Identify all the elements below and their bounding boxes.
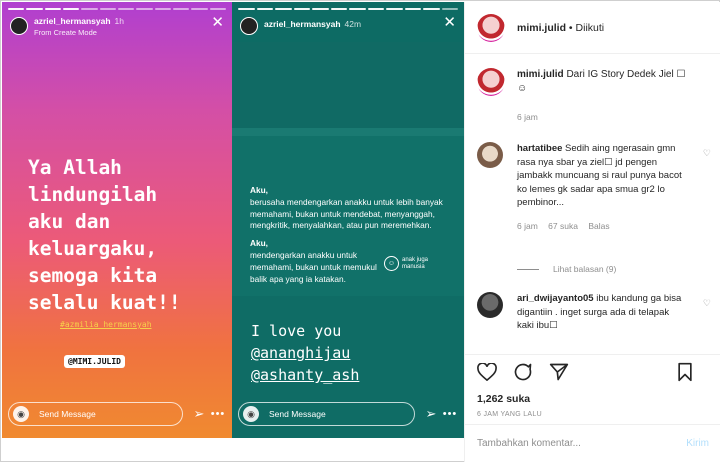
send-message-placeholder: Send Message (269, 409, 326, 419)
comment-icon[interactable] (513, 362, 533, 387)
story-quote: Aku, berusaha mendengarkan anakku untuk l… (250, 185, 450, 291)
view-replies-label[interactable]: Lihat balasan (9) (553, 264, 616, 274)
story-mention[interactable]: @MIMI.JULID (64, 355, 125, 368)
post-header: mimi.julid • Diikuti (465, 2, 720, 54)
avatar[interactable] (477, 13, 505, 42)
story-time: 42m (344, 19, 362, 29)
story-text-line: Ya Allah (28, 156, 122, 179)
caption-text: Dari IG Story Dedek Jiel ☐ (566, 69, 686, 80)
story-main-text: Ya Allah lindungilah aku dan keluargaku,… (28, 154, 228, 316)
story-username[interactable]: azriel_hermansyah (264, 19, 341, 29)
heart-icon[interactable]: ♡ (703, 298, 711, 309)
story-text-line: keluargaku, (28, 237, 158, 260)
love-line: I love you (251, 322, 342, 340)
story-love-text: I love you @ananghijau @ashanty_ash (251, 320, 359, 386)
avatar[interactable] (10, 17, 28, 35)
story-subtitle: From Create Mode (34, 28, 97, 37)
logo-text: manusia (402, 263, 425, 270)
divider (517, 268, 539, 270)
post-actions: 1,262 suka 6 JAM YANG LALU (465, 354, 720, 418)
send-icon[interactable]: ➢ (188, 406, 210, 422)
quote-title: Aku, (250, 185, 268, 195)
logo-icon: ☺ (384, 256, 399, 271)
quote-paragraph: mendengarkan anakku untuk memahami, buka… (250, 249, 377, 284)
heart-icon[interactable] (477, 361, 497, 386)
likes-count[interactable]: 1,262 suka (477, 393, 709, 405)
comment-item: ari_dwijayanto05 ibu kandung ga bisa dig… (477, 292, 713, 333)
share-icon[interactable] (549, 362, 569, 387)
send-icon[interactable]: ➢ (420, 406, 442, 422)
story-text-line: selalu kuat!! (28, 291, 181, 314)
caption-username[interactable]: mimi.julid (517, 69, 564, 80)
more-options-icon[interactable]: ••• (442, 408, 458, 420)
post-username[interactable]: mimi.julid (517, 22, 566, 34)
story-band (232, 128, 464, 136)
avatar[interactable] (477, 292, 503, 318)
story-text-line: aku dan (28, 210, 111, 233)
story-mention[interactable]: @ashanty_ash (251, 364, 359, 386)
post-sidebar: mimi.julid • Diikuti mimi.julid Dari IG … (464, 2, 720, 462)
camera-icon[interactable]: ◉ (13, 406, 29, 422)
send-message-placeholder: Send Message (39, 409, 96, 419)
bookmark-icon[interactable] (677, 362, 693, 387)
story-band (232, 42, 464, 128)
story-panel-1[interactable]: azriel_hermansyah 1h From Create Mode ✕ Y… (2, 2, 232, 438)
story-username[interactable]: azriel_hermansyah (34, 16, 111, 26)
story-header: azriel_hermansyah 42m ✕ (240, 15, 456, 46)
logo-text: anak juga (402, 257, 429, 263)
story-mention[interactable]: @ananghijau (251, 342, 359, 364)
reply-button[interactable]: Balas (588, 221, 609, 231)
comment-likes[interactable]: 67 suka (548, 221, 578, 231)
story-time: 1h (114, 16, 125, 26)
camera-icon[interactable]: ◉ (243, 406, 259, 422)
quote-paragraph: berusaha mendengarkan anakku untuk lebih… (250, 196, 443, 231)
anak-juga-manusia-logo: ☺ anak juga manusia (384, 256, 428, 271)
post-comment-button[interactable]: Kirim (686, 438, 709, 449)
caption-time: 6 jam (517, 112, 538, 122)
close-icon[interactable]: ✕ (443, 15, 456, 30)
comment-time: 6 jam (517, 220, 538, 231)
comment-username[interactable]: hartatibee (517, 143, 562, 154)
send-message-field[interactable]: ◉ Send Message (8, 402, 183, 426)
comment-input[interactable]: Tambahkan komentar... (477, 438, 581, 449)
view-replies[interactable]: Lihat balasan (9) (517, 264, 616, 274)
story-text-line: semoga kita (28, 264, 158, 287)
avatar[interactable] (477, 68, 505, 96)
send-message-field[interactable]: ◉ Send Message (238, 402, 415, 426)
close-icon[interactable]: ✕ (211, 15, 224, 30)
comment-username[interactable]: ari_dwijayanto05 (517, 293, 594, 304)
story-footer: ◉ Send Message ➢ ••• (8, 402, 226, 426)
post-time-ago: 6 JAM YANG LALU (477, 411, 542, 418)
add-comment-bar: Tambahkan komentar... Kirim (465, 424, 720, 462)
quote-title: Aku, (250, 238, 268, 249)
heart-icon[interactable]: ♡ (703, 148, 711, 159)
window-frame: azriel_hermansyah 1h From Create Mode ✕ Y… (0, 0, 720, 462)
avatar[interactable] (240, 17, 258, 35)
follow-status[interactable]: Diikuti (576, 22, 605, 34)
story-header: azriel_hermansyah 1h From Create Mode ✕ (10, 15, 224, 46)
story-progress-bars (8, 8, 226, 10)
story-footer: ◉ Send Message ➢ ••• (238, 402, 458, 426)
more-options-icon[interactable]: ••• (210, 408, 226, 420)
story-hashtag[interactable]: #azmilia_hermansyah (60, 320, 152, 329)
caption-emoji: ☺ (517, 83, 528, 94)
avatar[interactable] (477, 142, 503, 168)
story-text-line: lindungilah (28, 183, 158, 206)
comment-meta: 6 jam 67 suka Balas (517, 220, 687, 234)
caption: mimi.julid Dari IG Story Dedek Jiel ☐ ☺ … (477, 68, 715, 124)
story-panel-2[interactable]: azriel_hermansyah 42m ✕ Aku, berusaha mend… (232, 2, 464, 438)
comment-item: hartatibee Sedih aing ngerasain gmn rasa… (477, 142, 713, 233)
story-progress-bars (238, 8, 458, 10)
